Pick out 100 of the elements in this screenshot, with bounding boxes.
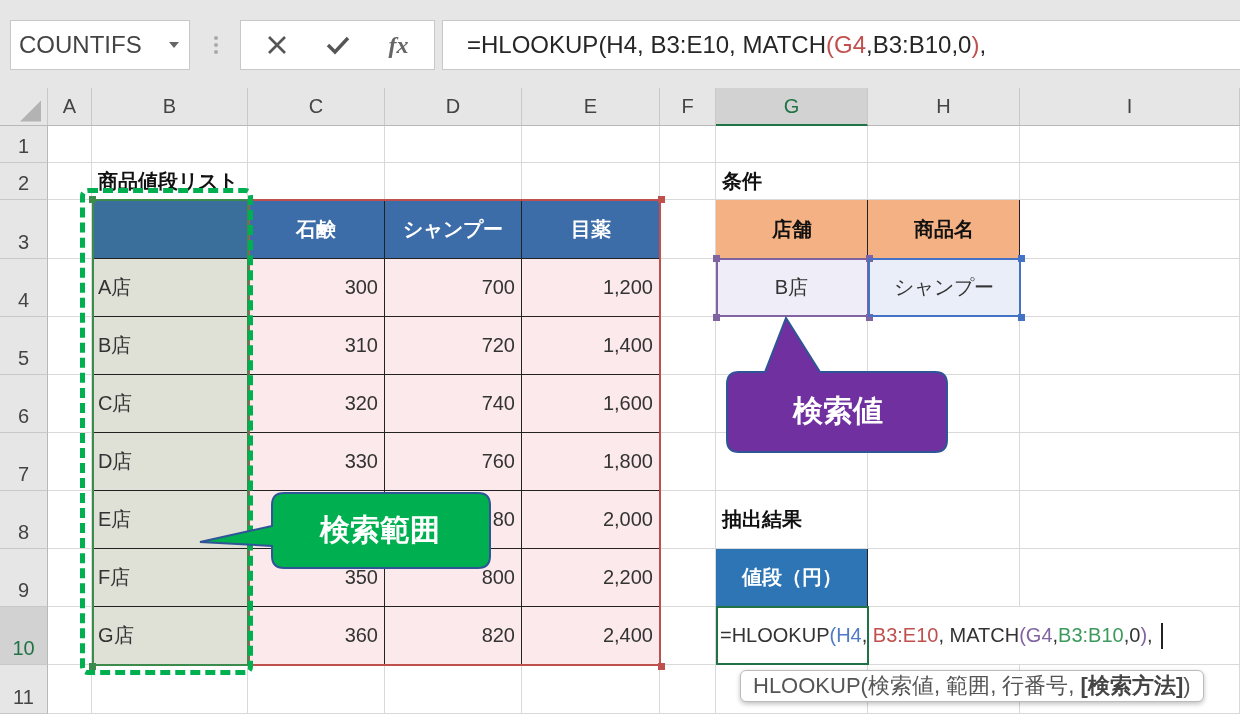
- empty-cell[interactable]: [385, 126, 522, 163]
- empty-cell[interactable]: [868, 491, 1020, 549]
- selection-handle[interactable]: [713, 255, 720, 262]
- empty-cell[interactable]: [385, 665, 522, 714]
- column-header-cell-text: 値段（円）: [741, 565, 842, 590]
- section-label: 抽出結果: [722, 507, 802, 532]
- column-header[interactable]: I: [1020, 88, 1240, 126]
- section-label: 条件: [722, 168, 762, 194]
- column-header[interactable]: A: [48, 88, 92, 126]
- empty-cell[interactable]: [92, 126, 248, 163]
- table-cell: 760: [481, 450, 515, 473]
- row-header[interactable]: 9: [0, 549, 48, 607]
- grip-icon: [214, 35, 218, 55]
- column-header-cell-text: 店舗: [771, 216, 812, 242]
- selection-handle[interactable]: [713, 314, 720, 321]
- empty-cell[interactable]: [1020, 433, 1240, 491]
- empty-cell[interactable]: [48, 317, 92, 375]
- function-tooltip: HLOOKUP(検索値, 範囲, 行番号, [検索方法]): [740, 670, 1204, 702]
- table-cell: 300: [344, 276, 378, 299]
- row-header[interactable]: 2: [0, 163, 48, 200]
- empty-cell[interactable]: [660, 491, 716, 549]
- name-box[interactable]: COUNTIFS: [10, 20, 190, 70]
- selection-handle[interactable]: [658, 663, 665, 670]
- row-header[interactable]: 6: [0, 375, 48, 433]
- empty-cell[interactable]: [48, 491, 92, 549]
- callout-tooltip: 検索値: [725, 316, 951, 454]
- row-header[interactable]: 8: [0, 491, 48, 549]
- close-icon: [266, 35, 287, 55]
- callout-tooltip: 検索範囲: [198, 491, 492, 570]
- empty-cell[interactable]: [660, 375, 716, 433]
- row-header[interactable]: 3: [0, 200, 48, 259]
- selection-handle[interactable]: [89, 196, 96, 203]
- empty-cell[interactable]: [48, 433, 92, 491]
- table-cell: 700: [481, 276, 515, 299]
- empty-cell[interactable]: [1020, 375, 1240, 433]
- column-header-cell-text: 目薬: [570, 216, 611, 242]
- table-cell: 310: [344, 334, 378, 357]
- empty-cell[interactable]: [660, 433, 716, 491]
- insert-function-button[interactable]: fx: [384, 27, 413, 63]
- dropdown-caret-icon[interactable]: [169, 42, 179, 48]
- empty-cell[interactable]: [48, 375, 92, 433]
- column-header-cell-text: 石鹸: [296, 216, 336, 242]
- table-cell: 360: [344, 624, 378, 647]
- row-header[interactable]: 1: [0, 126, 48, 163]
- table-cell: 2,000: [602, 508, 653, 531]
- selection-handle[interactable]: [89, 663, 96, 670]
- empty-cell[interactable]: [1020, 491, 1240, 549]
- column-header[interactable]: B: [92, 88, 248, 126]
- check-icon: [325, 35, 350, 55]
- row-header[interactable]: 5: [0, 317, 48, 375]
- empty-cell[interactable]: [48, 259, 92, 317]
- selection-handle[interactable]: [1018, 255, 1025, 262]
- row-header[interactable]: 7: [0, 433, 48, 491]
- table-cell: 740: [481, 392, 515, 415]
- selection-handle[interactable]: [866, 314, 873, 321]
- empty-cell[interactable]: [868, 126, 1020, 163]
- row-header[interactable]: 4: [0, 259, 48, 317]
- row-header[interactable]: 11: [0, 665, 48, 714]
- row-header[interactable]: 10: [0, 607, 48, 665]
- table-cell: 820: [481, 624, 515, 647]
- table-cell: 1,200: [602, 276, 653, 299]
- table-cell-text: C店: [98, 391, 133, 416]
- table-cell-text: E店: [98, 507, 132, 532]
- table-cell: 1,600: [602, 392, 653, 415]
- table-cell: 2,200: [602, 566, 653, 589]
- table-cell-text: B店: [98, 333, 132, 358]
- empty-cell[interactable]: [1020, 126, 1240, 163]
- table-cell: 80: [492, 508, 515, 531]
- table-cell-text: G店: [98, 623, 134, 648]
- table-cell-text: D店: [98, 449, 133, 474]
- table-cell: 2,400: [602, 624, 653, 647]
- column-header[interactable]: C: [248, 88, 385, 126]
- selection-handle[interactable]: [1018, 314, 1025, 321]
- empty-cell[interactable]: [522, 126, 660, 163]
- empty-cell[interactable]: [48, 549, 92, 607]
- column-header-cell-text: シャンプー: [403, 216, 503, 242]
- table-cell-text: F店: [98, 565, 131, 590]
- table-cell: 320: [344, 392, 378, 415]
- selection-handle[interactable]: [866, 255, 873, 262]
- table-cell: 1,800: [602, 450, 653, 473]
- empty-cell[interactable]: [248, 665, 385, 714]
- empty-cell[interactable]: [660, 126, 716, 163]
- empty-cell[interactable]: [1020, 163, 1240, 200]
- column-header[interactable]: G: [716, 88, 868, 126]
- table-cell: 1,400: [602, 334, 653, 357]
- text-cursor: [1160, 622, 1163, 649]
- corner-cell[interactable]: [0, 88, 48, 126]
- table-cell: 330: [344, 450, 378, 473]
- empty-cell[interactable]: [248, 126, 385, 163]
- column-header[interactable]: H: [868, 88, 1020, 126]
- column-header[interactable]: D: [385, 88, 522, 126]
- column-header[interactable]: F: [660, 88, 716, 126]
- empty-cell[interactable]: [1020, 317, 1240, 375]
- table-cell-text: A店: [98, 275, 132, 300]
- table-cell[interactable]: B店: [774, 274, 809, 301]
- column-header[interactable]: E: [522, 88, 660, 126]
- empty-cell[interactable]: [716, 126, 868, 163]
- formula-field[interactable]: =HLOOKUP(H4, B3:E10, MATCH(G4,B3:B10,0),: [442, 20, 1240, 70]
- table-cell: 720: [481, 334, 515, 357]
- selection-handle[interactable]: [658, 196, 665, 203]
